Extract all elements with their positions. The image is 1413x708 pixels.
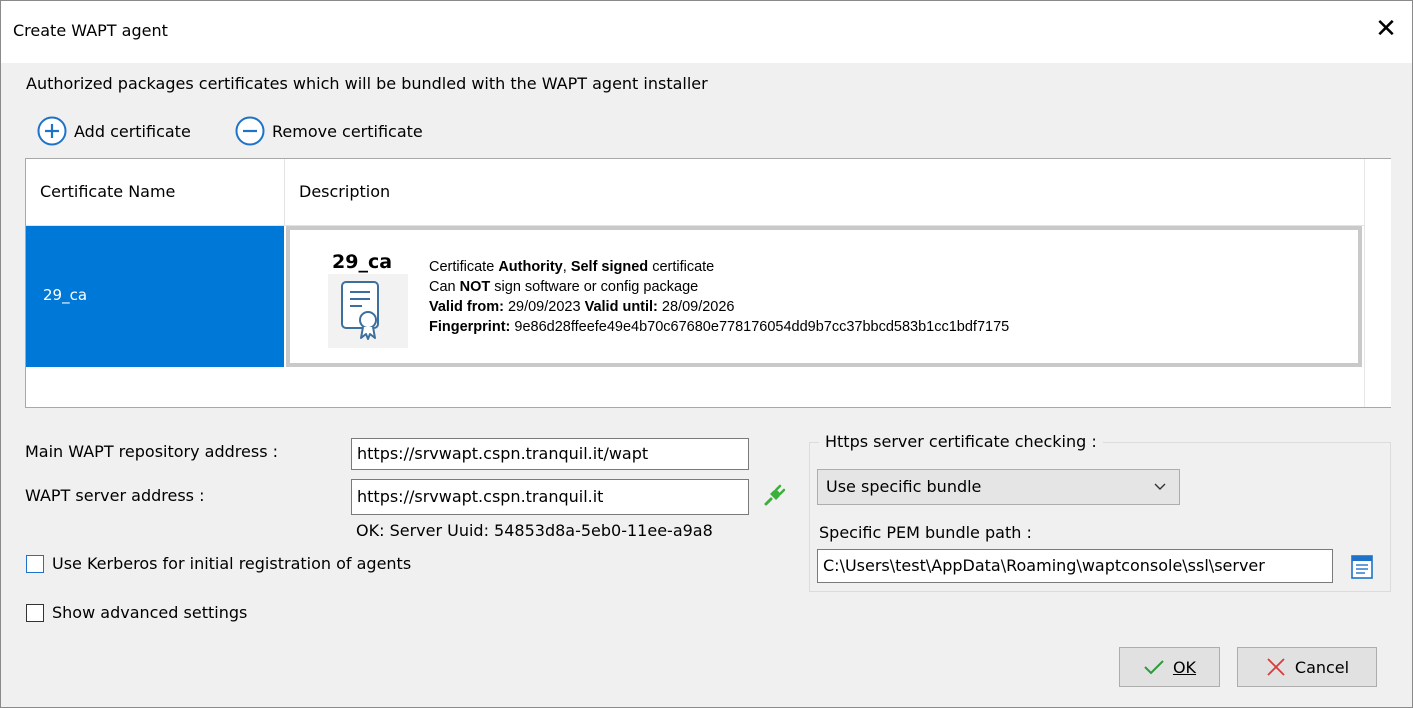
plug-connected-icon[interactable] (763, 483, 787, 507)
advanced-settings-label: Show advanced settings (52, 603, 248, 622)
certificate-type-line: Certificate Authority, Self signed certi… (429, 259, 715, 275)
column-header-certificate-name[interactable]: Certificate Name (26, 159, 285, 225)
certificate-sign-line: Can NOT sign software or config package (429, 279, 699, 295)
window-title: Create WAPT agent (13, 21, 168, 40)
server-address-label: WAPT server address : (25, 486, 205, 505)
certificates-heading: Authorized packages certificates which w… (26, 74, 708, 93)
add-certificate-button[interactable]: Add certificate (37, 116, 191, 146)
server-status-text: OK: Server Uuid: 54853d8a-5eb0-11ee-a9a8 (356, 521, 713, 540)
certificate-name-cell: 29_ca (43, 286, 88, 304)
repository-address-input[interactable]: https://srvwapt.cspn.tranquil.it/wapt (351, 438, 749, 470)
pem-bundle-label: Specific PEM bundle path : (819, 523, 1032, 542)
certificate-big-name: 29_ca (332, 251, 393, 273)
pem-bundle-input[interactable]: C:\Users\test\AppData\Roaming\waptconsol… (817, 549, 1333, 583)
cross-icon (1267, 658, 1285, 676)
remove-certificate-button[interactable]: Remove certificate (235, 116, 423, 146)
server-address-input[interactable]: https://srvwapt.cspn.tranquil.it (351, 479, 749, 515)
advanced-settings-checkbox[interactable] (26, 603, 44, 622)
https-check-select[interactable]: Use specific bundle (817, 469, 1180, 505)
close-icon[interactable]: ✕ (1368, 11, 1404, 47)
column-header-description[interactable]: Description (285, 159, 1364, 225)
table-row-certificate-name[interactable]: 29_ca (26, 226, 284, 367)
grid-scroll-strip (1364, 159, 1391, 407)
table-row-description[interactable]: 29_ca Certificate Authority, Self signed… (286, 226, 1362, 367)
cancel-button[interactable]: Cancel (1237, 647, 1377, 687)
certificate-icon (328, 274, 408, 348)
plus-circle-icon (37, 116, 67, 146)
https-check-selected: Use specific bundle (826, 477, 982, 496)
kerberos-option[interactable]: Use Kerberos for initial registration of… (26, 554, 411, 573)
advanced-settings-option[interactable]: Show advanced settings (26, 603, 247, 622)
kerberos-checkbox[interactable] (26, 554, 44, 573)
minus-circle-icon (235, 116, 265, 146)
chevron-down-icon (1154, 483, 1166, 490)
ok-label: OK (1172, 657, 1197, 677)
remove-certificate-label: Remove certificate (272, 121, 423, 141)
checkmark-icon (1144, 660, 1164, 675)
certificates-grid[interactable]: Certificate Name Description 29_ca 29_ca… (25, 158, 1391, 408)
repository-address-label: Main WAPT repository address : (25, 442, 279, 461)
certificate-fingerprint-line: Fingerprint: 9e86d28ffeefe49e4b70c67680e… (429, 319, 1010, 335)
add-certificate-label: Add certificate (74, 121, 191, 141)
cancel-label: Cancel (1294, 657, 1350, 677)
browse-file-icon[interactable] (1349, 554, 1375, 580)
kerberos-label: Use Kerberos for initial registration of… (52, 554, 412, 573)
certificate-validity-line: Valid from: 29/09/2023 Valid until: 28/0… (429, 299, 735, 315)
title-bar (1, 1, 1412, 63)
create-wapt-agent-dialog: Create WAPT agent ✕ Authorized packages … (0, 0, 1413, 708)
https-check-caption: Https server certificate checking : (819, 432, 1103, 451)
ok-button[interactable]: OK (1119, 647, 1220, 687)
